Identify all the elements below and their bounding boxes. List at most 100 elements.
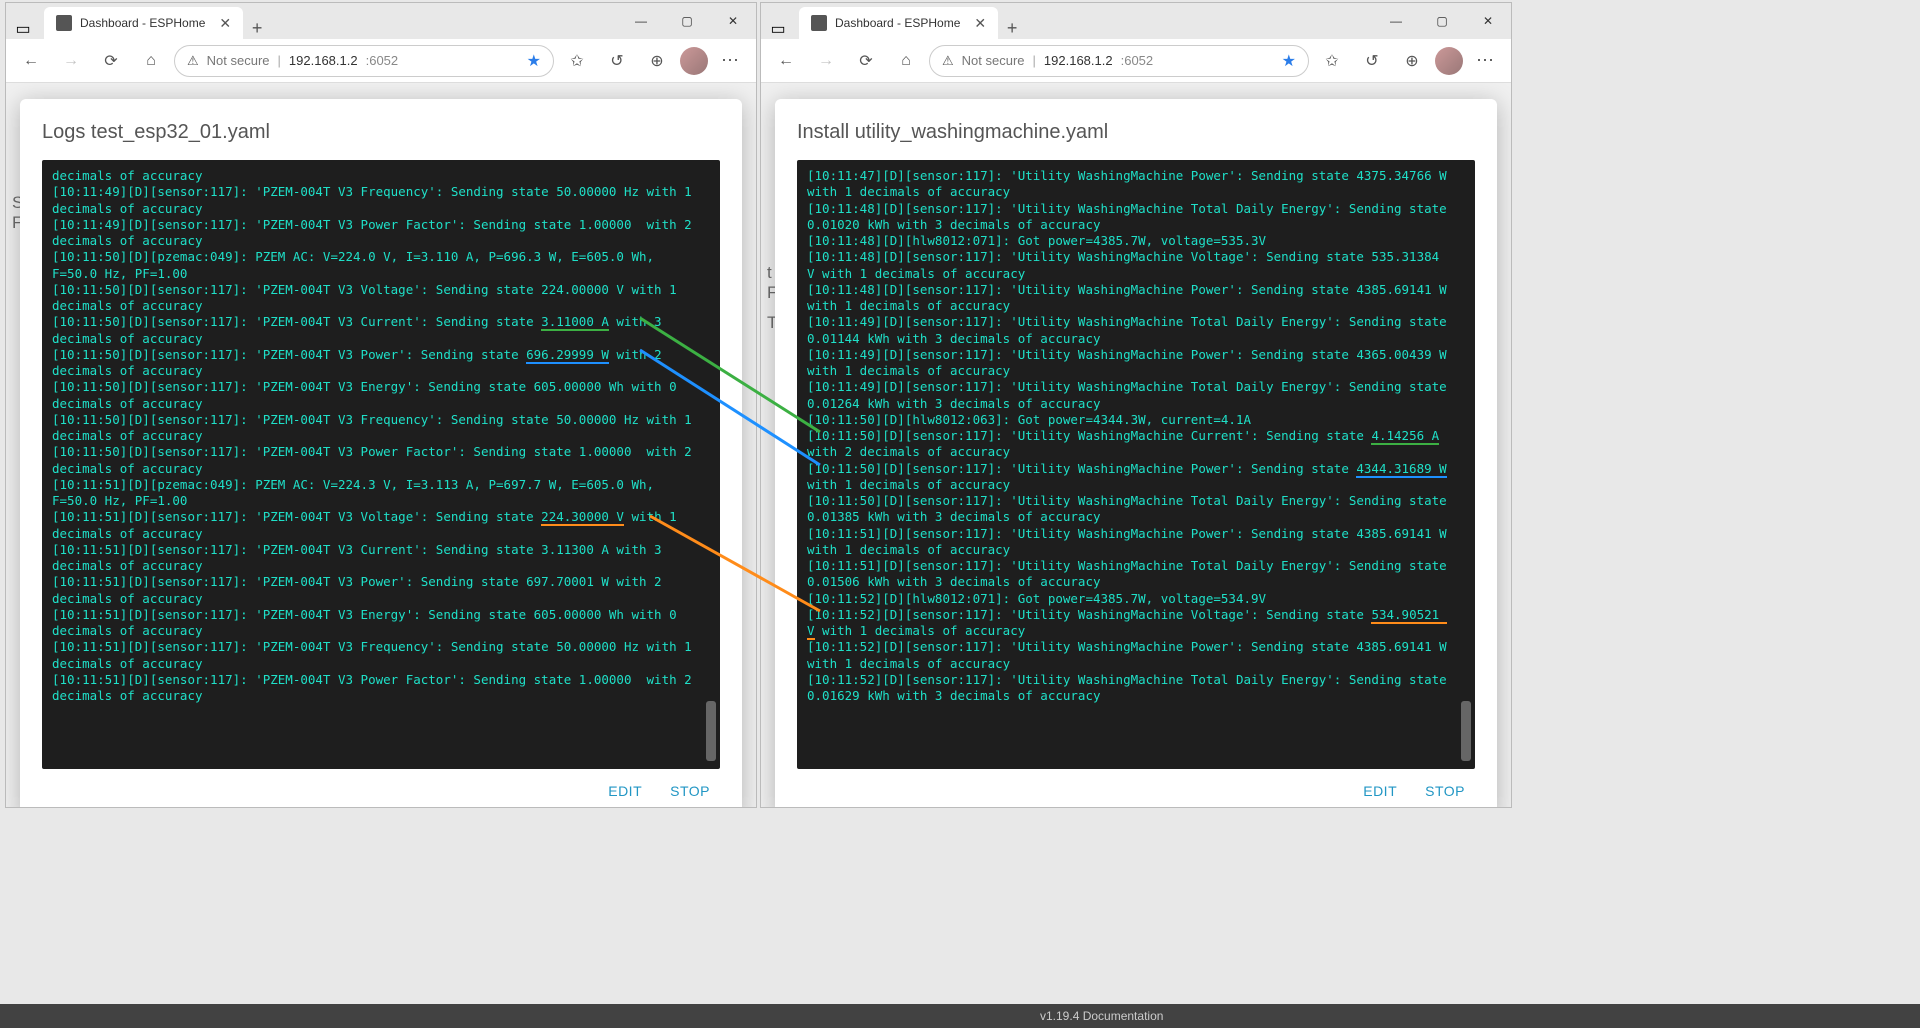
maximize-button[interactable]: ▢ xyxy=(1419,5,1465,37)
back-button[interactable]: ← xyxy=(14,44,48,78)
browser-tab[interactable]: Dashboard - ESPHome ✕ xyxy=(44,7,243,39)
log-line: [10:11:48][D][sensor:117]: 'Utility Wash… xyxy=(807,201,1451,234)
log-line: [10:11:51][D][sensor:117]: 'Utility Wash… xyxy=(807,526,1451,559)
log-line: [10:11:49][D][sensor:117]: 'Utility Wash… xyxy=(807,314,1451,347)
maximize-button[interactable]: ▢ xyxy=(664,5,710,37)
log-line: [10:11:47][D][sensor:117]: 'Utility Wash… xyxy=(807,168,1451,201)
highlighted-voltage: 224.30000 V xyxy=(541,509,624,526)
log-line: [10:11:51][D][sensor:117]: 'PZEM-004T V3… xyxy=(52,672,696,705)
home-button[interactable]: ⌂ xyxy=(889,44,923,78)
favicon-icon xyxy=(811,15,827,31)
titlebar: ▭ Dashboard - ESPHome ✕ + — ▢ ✕ xyxy=(761,3,1511,39)
minimize-button[interactable]: — xyxy=(1373,5,1419,37)
favicon-icon xyxy=(56,15,72,31)
tab-title: Dashboard - ESPHome xyxy=(80,16,205,30)
tab-title: Dashboard - ESPHome xyxy=(835,16,960,30)
url-port: :6052 xyxy=(1121,53,1154,68)
highlighted-power: 4344.31689 W xyxy=(1356,461,1446,478)
logs-modal: Logs test_esp32_01.yaml decimals of accu… xyxy=(20,99,742,807)
home-button[interactable]: ⌂ xyxy=(134,44,168,78)
browser-toolbar: ← → ⟳ ⌂ ⚠ Not secure | 192.168.1.2:6052 … xyxy=(761,39,1511,83)
address-bar[interactable]: ⚠ Not secure | 192.168.1.2:6052 ★ xyxy=(929,45,1309,77)
log-line: [10:11:49][D][sensor:117]: 'PZEM-004T V3… xyxy=(52,217,696,250)
close-window-button[interactable]: ✕ xyxy=(710,5,756,37)
log-line: [10:11:49][D][sensor:117]: 'PZEM-004T V3… xyxy=(52,184,696,217)
url-port: :6052 xyxy=(366,53,399,68)
url-host: 192.168.1.2 xyxy=(1044,53,1113,68)
reload-button[interactable]: ⟳ xyxy=(94,44,128,78)
close-tab-icon[interactable]: ✕ xyxy=(974,15,986,32)
favorites-button[interactable]: ✩ xyxy=(1315,44,1349,78)
log-line: [10:11:51][D][sensor:117]: 'PZEM-004T V3… xyxy=(52,542,696,575)
log-line: [10:11:51][D][sensor:117]: 'Utility Wash… xyxy=(807,558,1451,591)
log-line: [10:11:51][D][sensor:117]: 'PZEM-004T V3… xyxy=(52,639,696,672)
log-line: [10:11:50][D][sensor:117]: 'PZEM-004T V3… xyxy=(52,314,696,347)
log-line: [10:11:50][D][sensor:117]: 'Utility Wash… xyxy=(807,461,1451,494)
terminal-scrollbar[interactable] xyxy=(704,164,718,765)
collections-button[interactable]: ⊕ xyxy=(1395,44,1429,78)
modal-title: Install utility_washingmachine.yaml xyxy=(797,121,1475,144)
browser-toolbar: ← → ⟳ ⌂ ⚠ Not secure | 192.168.1.2:6052 … xyxy=(6,39,756,83)
forward-button[interactable]: → xyxy=(54,44,88,78)
address-bar[interactable]: ⚠ Not secure | 192.168.1.2:6052 ★ xyxy=(174,45,554,77)
log-line: [10:11:48][D][sensor:117]: 'Utility Wash… xyxy=(807,282,1451,315)
log-line: [10:11:49][D][sensor:117]: 'Utility Wash… xyxy=(807,347,1451,380)
app-footer: v1.19.4 Documentation xyxy=(0,1004,1920,1028)
bg-text: t xyxy=(767,263,772,283)
stop-button[interactable]: STOP xyxy=(1425,783,1465,799)
log-line: [10:11:50][D][pzemac:049]: PZEM AC: V=22… xyxy=(52,249,696,282)
window-system-icon[interactable]: ▭ xyxy=(761,19,795,39)
page-content: t F T Install utility_washingmachine.yam… xyxy=(761,83,1511,807)
menu-button[interactable]: ⋯ xyxy=(1469,44,1503,78)
highlighted-power: 696.29999 W xyxy=(526,347,609,364)
history-button[interactable]: ↺ xyxy=(600,44,634,78)
security-label: Not secure xyxy=(962,53,1025,68)
menu-button[interactable]: ⋯ xyxy=(714,44,748,78)
log-line: [10:11:48][D][hlw8012:071]: Got power=43… xyxy=(807,233,1451,249)
log-line: [10:11:51][D][sensor:117]: 'PZEM-004T V3… xyxy=(52,607,696,640)
url-host: 192.168.1.2 xyxy=(289,53,358,68)
highlighted-current: 3.11000 A xyxy=(541,314,609,331)
stop-button[interactable]: STOP xyxy=(670,783,710,799)
log-line: [10:11:51][D][sensor:117]: 'PZEM-004T V3… xyxy=(52,574,696,607)
minimize-button[interactable]: — xyxy=(618,5,664,37)
edit-button[interactable]: EDIT xyxy=(1363,783,1397,799)
favorite-icon[interactable]: ★ xyxy=(527,51,541,71)
new-tab-button[interactable]: + xyxy=(243,18,271,39)
log-line: [10:11:52][D][sensor:117]: 'Utility Wash… xyxy=(807,639,1451,672)
favorites-button[interactable]: ✩ xyxy=(560,44,594,78)
collections-button[interactable]: ⊕ xyxy=(640,44,674,78)
not-secure-icon: ⚠ xyxy=(187,53,199,69)
terminal-output[interactable]: decimals of accuracy [10:11:49][D][senso… xyxy=(42,160,720,769)
forward-button[interactable]: → xyxy=(809,44,843,78)
log-line: [10:11:51][D][pzemac:049]: PZEM AC: V=22… xyxy=(52,477,696,510)
terminal-scrollbar[interactable] xyxy=(1459,164,1473,765)
version-doc-link[interactable]: v1.19.4 Documentation xyxy=(1040,1009,1163,1023)
modal-footer: EDIT STOP xyxy=(797,769,1475,803)
favorite-icon[interactable]: ★ xyxy=(1282,51,1296,71)
modal-footer: EDIT STOP xyxy=(42,769,720,803)
log-line: [10:11:50][D][hlw8012:063]: Got power=43… xyxy=(807,412,1451,428)
security-label: Not secure xyxy=(207,53,270,68)
back-button[interactable]: ← xyxy=(769,44,803,78)
close-tab-icon[interactable]: ✕ xyxy=(219,15,231,32)
log-line: [10:11:49][D][sensor:117]: 'Utility Wash… xyxy=(807,379,1451,412)
modal-title: Logs test_esp32_01.yaml xyxy=(42,121,720,144)
browser-tab[interactable]: Dashboard - ESPHome ✕ xyxy=(799,7,998,39)
terminal-output[interactable]: [10:11:47][D][sensor:117]: 'Utility Wash… xyxy=(797,160,1475,769)
history-button[interactable]: ↺ xyxy=(1355,44,1389,78)
log-line: [10:11:50][D][sensor:117]: 'PZEM-004T V3… xyxy=(52,282,696,315)
profile-avatar[interactable] xyxy=(1435,47,1463,75)
edit-button[interactable]: EDIT xyxy=(608,783,642,799)
profile-avatar[interactable] xyxy=(680,47,708,75)
reload-button[interactable]: ⟳ xyxy=(849,44,883,78)
install-modal: Install utility_washingmachine.yaml [10:… xyxy=(775,99,1497,807)
log-line: [10:11:48][D][sensor:117]: 'Utility Wash… xyxy=(807,249,1451,282)
close-window-button[interactable]: ✕ xyxy=(1465,5,1511,37)
highlighted-current: 4.14256 A xyxy=(1371,428,1439,445)
log-line: [10:11:52][D][sensor:117]: 'Utility Wash… xyxy=(807,672,1451,705)
log-line: decimals of accuracy xyxy=(52,168,696,184)
window-system-icon[interactable]: ▭ xyxy=(6,19,40,39)
new-tab-button[interactable]: + xyxy=(998,18,1026,39)
log-line: [10:11:52][D][sensor:117]: 'Utility Wash… xyxy=(807,607,1451,640)
